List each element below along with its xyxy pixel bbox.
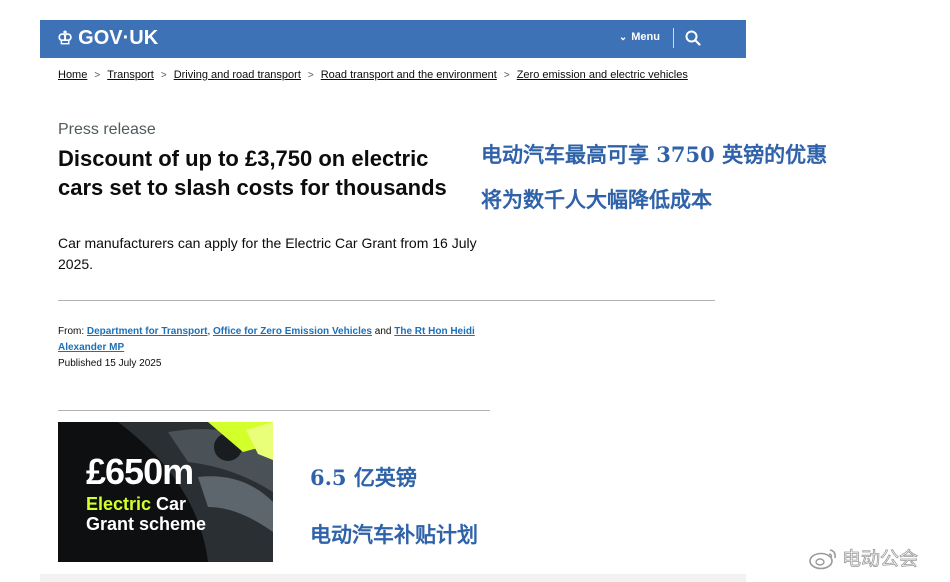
chevron-right-icon: > xyxy=(160,70,167,81)
menu-button[interactable]: ⌄ Menu xyxy=(619,30,660,45)
weibo-icon xyxy=(809,548,836,569)
org-link-ozev[interactable]: Office for Zero Emission Vehicles xyxy=(213,326,372,337)
watermark: 电动公会 xyxy=(808,544,918,571)
page-title: Discount of up to £3,750 on electric car… xyxy=(58,146,447,200)
lead-paragraph: Car manufacturers can apply for the Elec… xyxy=(58,235,477,272)
hero-amount: £650m xyxy=(86,451,194,492)
title-translation-line2: 将为数千人大幅降低成本 xyxy=(481,187,712,212)
crown-icon: ♔ xyxy=(57,28,74,48)
breadcrumb-driving[interactable]: Driving and road transport xyxy=(174,69,301,81)
watermark-text: 电动公会 xyxy=(842,549,919,571)
hero-image-background xyxy=(58,422,273,562)
hero-line-electric-car: Electric Car xyxy=(86,494,187,514)
scheme-translation: 电动汽车补贴计划 xyxy=(310,522,478,547)
metadata-from: From: Department for Transport, Office f… xyxy=(58,326,475,353)
header-divider xyxy=(673,28,674,48)
menu-label: Menu xyxy=(631,31,660,43)
govuk-header: ♔ GOV·UK ⌄ Menu xyxy=(40,20,746,58)
hero-image: £650m Electric Car Grant scheme xyxy=(58,422,273,562)
breadcrumb-road-transport[interactable]: Road transport and the environment xyxy=(321,69,497,81)
hero-line-grant-scheme: Grant scheme xyxy=(86,514,207,534)
document-type: Press release xyxy=(58,121,156,138)
title-translation-line1: 电动汽车最高可享 3750 英镑的优惠 xyxy=(481,142,828,167)
divider xyxy=(58,410,490,411)
divider xyxy=(58,300,715,301)
breadcrumb-transport[interactable]: Transport xyxy=(107,69,154,81)
chevron-right-icon: > xyxy=(94,70,101,81)
govuk-logo[interactable]: ♔ GOV·UK xyxy=(57,26,158,50)
chevron-right-icon: > xyxy=(307,70,314,81)
logo-text: GOV·UK xyxy=(78,27,159,49)
page-bottom-strip xyxy=(40,574,746,582)
from-label: From: xyxy=(58,326,85,337)
chevron-down-icon: ⌄ xyxy=(618,32,628,43)
amount-translation: 6.5 亿英镑 xyxy=(310,465,417,490)
published-date: Published 15 July 2025 xyxy=(58,358,162,369)
org-link-dft[interactable]: Department for Transport xyxy=(87,326,208,337)
breadcrumb-home[interactable]: Home xyxy=(58,69,87,81)
breadcrumb: Home > Transport > Driving and road transpor… xyxy=(58,69,688,81)
search-icon[interactable] xyxy=(684,29,702,47)
breadcrumb-zero-emission[interactable]: Zero emission and electric vehicles xyxy=(517,69,688,81)
chevron-right-icon: > xyxy=(503,70,510,81)
